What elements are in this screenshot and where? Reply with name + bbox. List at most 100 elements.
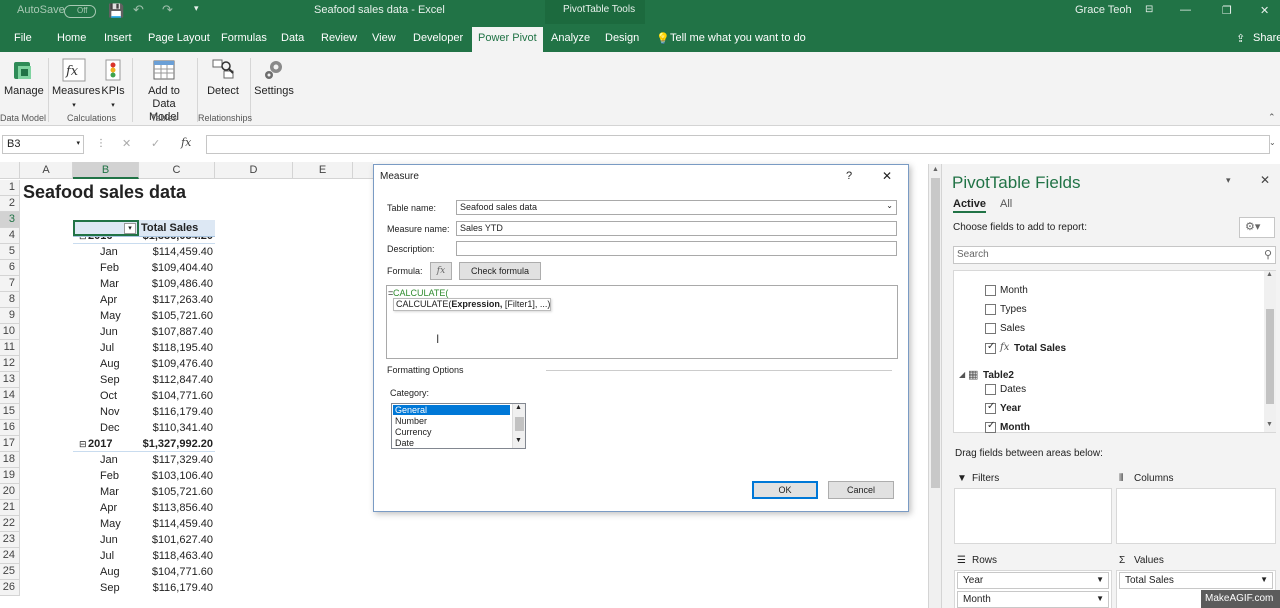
share-button[interactable]: Share — [1253, 32, 1280, 44]
scroll-down-icon[interactable]: ▼ — [1266, 421, 1273, 428]
row-header[interactable]: 5 — [0, 244, 20, 260]
pivot-value-cell[interactable]: $109,476.40 — [139, 356, 213, 372]
share-icon[interactable]: ⇪ — [1236, 32, 1245, 45]
column-header-b[interactable]: B — [73, 162, 139, 179]
pivot-month-label[interactable]: Jan — [100, 452, 118, 468]
name-box[interactable]: B3 ▾ — [2, 135, 84, 154]
row-header[interactable]: 20 — [0, 484, 20, 500]
detect-button[interactable]: Detect — [204, 58, 242, 98]
pivot-value-cell[interactable]: $1,327,992.20 — [139, 436, 213, 452]
pivot-month-label[interactable]: Sep — [100, 372, 120, 388]
tab-page-layout[interactable]: Page Layout — [148, 32, 210, 44]
checkbox-dates[interactable] — [985, 384, 996, 395]
column-header-e[interactable]: E — [293, 162, 353, 179]
sheet-vertical-scrollbar[interactable]: ▲ — [928, 164, 941, 608]
scrollbar-thumb[interactable] — [931, 178, 940, 488]
table-name-select[interactable]: Seafood sales data ⌄ — [456, 200, 897, 215]
pivot-value-cell[interactable]: $118,463.40 — [139, 548, 213, 564]
checkbox-table2-month[interactable] — [985, 420, 996, 433]
pivot-value-cell[interactable]: $101,627.40 — [139, 532, 213, 548]
description-input[interactable] — [456, 241, 897, 256]
filter-dropdown-icon[interactable]: ▾ — [124, 223, 136, 234]
pivot-value-cell[interactable]: $114,459.40 — [139, 516, 213, 532]
rows-item-year[interactable]: Year ▼ — [957, 572, 1109, 589]
category-listbox[interactable]: General Number Currency Date ▲ ▼ — [391, 403, 526, 449]
pivot-month-label[interactable]: Jun — [100, 532, 118, 548]
autosave-toggle[interactable]: Off — [64, 5, 96, 18]
pivot-year-label[interactable]: 2017 — [88, 436, 112, 452]
pivot-month-label[interactable]: Dec — [100, 420, 120, 436]
pivot-month-label[interactable]: May — [100, 516, 121, 532]
pane-options-icon[interactable]: ▾ — [1226, 175, 1231, 186]
undo-icon[interactable]: ↶ — [133, 2, 144, 18]
category-option-date[interactable]: Date — [395, 438, 414, 448]
measures-button[interactable]: fx Measures ▾ — [52, 58, 100, 112]
row-header[interactable]: 11 — [0, 340, 20, 356]
columns-area[interactable] — [1116, 488, 1276, 544]
collapse-ribbon-icon[interactable]: ⌃ — [1268, 112, 1276, 123]
scroll-up-icon[interactable]: ▲ — [1266, 271, 1273, 278]
row-header[interactable]: 26 — [0, 580, 20, 596]
rows-area[interactable]: Year ▼ Month ▼ — [954, 570, 1112, 608]
pivot-month-label[interactable]: Mar — [100, 484, 119, 500]
pivot-value-cell[interactable]: $107,887.40 — [139, 324, 213, 340]
ok-button[interactable]: OK — [752, 481, 818, 499]
row-header[interactable]: 1 — [0, 180, 20, 196]
pivot-header-total-sales[interactable]: Total Sales — [141, 220, 198, 236]
pivot-value-cell[interactable]: $103,106.40 — [139, 468, 213, 484]
measure-name-input[interactable]: Sales YTD — [456, 221, 897, 236]
collapse-table2-icon[interactable]: ◢ — [959, 370, 965, 379]
formula-editor[interactable]: = CALCULATE( CALCULATE(Expression, [Filt… — [386, 285, 898, 359]
scroll-up-icon[interactable]: ▲ — [515, 404, 522, 411]
pivot-value-cell[interactable]: $117,329.40 — [139, 452, 213, 468]
checkbox-sales[interactable] — [985, 323, 996, 334]
pivot-value-cell[interactable]: $112,847.40 — [139, 372, 213, 388]
pivot-month-label[interactable]: May — [100, 308, 121, 324]
pivot-value-cell[interactable]: $105,721.60 — [139, 484, 213, 500]
tab-home[interactable]: Home — [57, 32, 86, 44]
ribbon-display-icon[interactable]: ⊟ — [1145, 4, 1153, 15]
pivot-month-label[interactable]: Jul — [100, 548, 114, 564]
scroll-down-icon[interactable]: ▼ — [515, 437, 522, 444]
pivot-month-label[interactable]: Mar — [100, 276, 119, 292]
tab-review[interactable]: Review — [321, 32, 357, 44]
formula-input[interactable] — [206, 135, 1270, 154]
row-header[interactable]: 23 — [0, 532, 20, 548]
pivot-value-cell[interactable]: $109,486.40 — [139, 276, 213, 292]
gear-icon[interactable]: ⚙▾ — [1239, 217, 1275, 238]
pivot-month-label[interactable]: Sep — [100, 580, 120, 596]
row-header[interactable]: 7 — [0, 276, 20, 292]
row-header[interactable]: 24 — [0, 548, 20, 564]
close-window-icon[interactable]: ✕ — [1260, 4, 1269, 17]
tab-analyze[interactable]: Analyze — [551, 32, 590, 44]
checkbox-types[interactable] — [985, 304, 996, 315]
category-option-currency[interactable]: Currency — [395, 427, 432, 437]
row-header[interactable]: 14 — [0, 388, 20, 404]
pivot-value-cell[interactable]: $118,195.40 — [139, 340, 213, 356]
close-pane-icon[interactable]: ✕ — [1260, 173, 1270, 187]
collapse-icon[interactable]: ⊟ — [79, 436, 87, 452]
rows-item-month[interactable]: Month ▼ — [957, 591, 1109, 608]
checkbox-month[interactable] — [985, 285, 996, 296]
row-header[interactable]: 2 — [0, 196, 20, 212]
settings-button[interactable]: Settings — [254, 58, 294, 98]
tab-developer[interactable]: Developer — [413, 32, 463, 44]
insert-function-icon[interactable]: fx — [181, 136, 191, 149]
scrollbar-thumb[interactable] — [1266, 309, 1274, 404]
minimize-icon[interactable]: — — [1180, 4, 1191, 16]
pivot-month-label[interactable]: Apr — [100, 500, 117, 516]
maximize-icon[interactable]: ❐ — [1222, 4, 1232, 17]
pivot-month-label[interactable]: Jul — [100, 340, 114, 356]
category-scrollbar[interactable]: ▲ ▼ — [512, 404, 525, 448]
pivot-month-label[interactable]: Feb — [100, 468, 119, 484]
field-list-scrollbar[interactable]: ▲ ▼ — [1264, 271, 1276, 432]
tab-all[interactable]: All — [1000, 198, 1012, 210]
tell-me-search[interactable]: Tell me what you want to do — [670, 32, 806, 44]
field-total-sales[interactable]: Total Sales — [1014, 343, 1066, 354]
row-header[interactable]: 25 — [0, 564, 20, 580]
field-sales[interactable]: Sales — [1000, 323, 1025, 334]
sheet-title[interactable]: Seafood sales data — [23, 182, 186, 202]
row-header[interactable]: 13 — [0, 372, 20, 388]
check-formula-button[interactable]: Check formula — [459, 262, 541, 280]
tab-power-pivot[interactable]: Power Pivot — [472, 27, 543, 52]
